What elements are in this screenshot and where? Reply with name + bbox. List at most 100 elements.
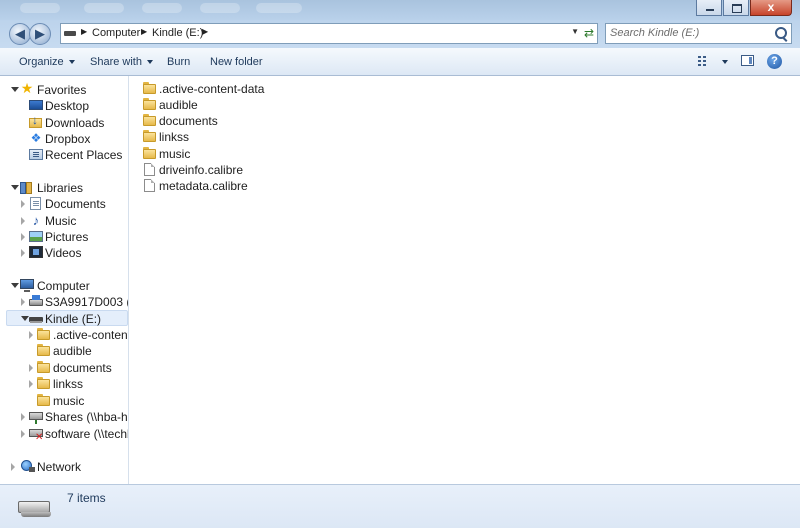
breadcrumb-computer[interactable]: Computer: [92, 27, 140, 39]
collapse-triangle-icon[interactable]: [29, 380, 33, 388]
nav-item-label: Shares (\\hba-hq-fs-: [45, 410, 128, 424]
expand-triangle-icon[interactable]: [11, 283, 19, 288]
nav-folder-active-content-data[interactable]: .active-content-data: [0, 327, 128, 343]
nav-item-label: Downloads: [45, 116, 105, 130]
chevron-down-icon: [68, 60, 75, 64]
nav-libraries[interactable]: Libraries: [0, 180, 128, 196]
item-count: 7 items: [67, 491, 106, 505]
expand-triangle-icon[interactable]: [11, 87, 19, 92]
collapse-triangle-icon[interactable]: [29, 331, 33, 339]
file-name: linkss: [159, 130, 190, 144]
collapse-triangle-icon[interactable]: [21, 217, 25, 225]
nav-share-hba[interactable]: Shares (\\hba-hq-fs-: [0, 409, 128, 425]
search-box[interactable]: [605, 23, 792, 44]
address-bar[interactable]: ▶ Computer ▶ Kindle (E:) ▶ ▼ ⇄: [60, 23, 598, 44]
file-name: documents: [159, 114, 218, 128]
nav-folder-music[interactable]: music: [0, 393, 128, 409]
nav-network[interactable]: Network: [0, 459, 128, 475]
list-item[interactable]: documents: [143, 113, 343, 129]
nav-item-label: software (\\techben: [45, 427, 128, 441]
documents-icon: [30, 197, 41, 210]
nav-item-label: music: [53, 394, 85, 408]
file-name: audible: [159, 98, 198, 112]
folder-icon: [37, 394, 51, 407]
search-input[interactable]: [610, 27, 770, 39]
blurred-title-text: [84, 3, 124, 13]
nav-share-software[interactable]: software (\\techben: [0, 426, 128, 443]
breadcrumb-separator-icon[interactable]: ▶: [81, 27, 87, 36]
breadcrumb-kindle[interactable]: Kindle (E:): [152, 27, 203, 39]
refresh-icon[interactable]: ⇄: [584, 26, 594, 40]
nav-drive-kindle[interactable]: Kindle (E:): [6, 310, 128, 326]
maximize-button[interactable]: [723, 0, 749, 16]
navigation-pane: ★ Favorites Desktop Downloads ❖ Dropbox …: [0, 76, 129, 484]
computer-icon: [20, 279, 34, 292]
folder-icon: [143, 114, 157, 127]
views-dropdown[interactable]: [717, 56, 728, 68]
breadcrumb-separator-icon[interactable]: ▶: [202, 27, 208, 36]
nav-computer[interactable]: Computer: [0, 278, 128, 294]
nav-favorites[interactable]: ★ Favorites: [0, 81, 128, 98]
nav-item-label: Recent Places: [45, 148, 123, 162]
search-icon[interactable]: [775, 27, 787, 39]
collapse-triangle-icon[interactable]: [29, 364, 33, 372]
libraries-icon: [20, 181, 34, 194]
nav-drive-c[interactable]: S3A9917D003 (C:): [0, 294, 128, 310]
downloads-icon: [29, 113, 43, 129]
collapse-triangle-icon[interactable]: [21, 233, 25, 241]
nav-favorites-label: Favorites: [37, 83, 87, 97]
list-item[interactable]: .active-content-data: [143, 81, 343, 97]
list-item[interactable]: audible: [143, 97, 343, 113]
removable-drive-icon: [29, 317, 43, 323]
nav-dropbox[interactable]: ❖ Dropbox: [0, 131, 128, 147]
nav-music[interactable]: ♪ Music: [0, 213, 128, 229]
nav-item-label: linkss: [53, 377, 84, 391]
nav-videos[interactable]: Videos: [0, 245, 128, 261]
recent-places-icon: [29, 149, 43, 160]
expand-triangle-icon[interactable]: [21, 316, 29, 321]
list-item[interactable]: driveinfo.calibre: [143, 162, 343, 178]
minimize-button[interactable]: [696, 0, 722, 16]
back-button[interactable]: ◀: [9, 23, 31, 45]
collapse-triangle-icon[interactable]: [21, 298, 25, 306]
nav-pictures[interactable]: Pictures: [0, 229, 128, 245]
list-item[interactable]: metadata.calibre: [143, 178, 343, 194]
expand-triangle-icon[interactable]: [11, 185, 19, 190]
folder-icon: [143, 98, 157, 111]
folder-icon: [143, 147, 157, 160]
nav-recent-places[interactable]: Recent Places: [0, 147, 128, 163]
collapse-triangle-icon[interactable]: [21, 413, 25, 421]
organize-button[interactable]: Organize: [19, 56, 75, 68]
collapse-triangle-icon[interactable]: [21, 200, 25, 208]
burn-button[interactable]: Burn: [167, 56, 190, 68]
breadcrumb-separator-icon[interactable]: ▶: [141, 27, 147, 36]
list-item[interactable]: linkss: [143, 129, 343, 145]
change-view-icon[interactable]: [698, 56, 710, 67]
desktop-icon: [29, 100, 43, 110]
preview-pane-icon[interactable]: [741, 55, 754, 66]
nav-downloads[interactable]: Downloads: [0, 113, 128, 131]
nav-item-label: Pictures: [45, 230, 89, 244]
address-history-dropdown-icon[interactable]: ▼: [571, 27, 579, 36]
nav-item-label: Documents: [45, 197, 106, 211]
file-name: .active-content-data: [159, 82, 265, 96]
nav-item-label: Kindle (E:): [45, 312, 102, 326]
nav-folder-audible[interactable]: audible: [0, 343, 128, 359]
collapse-triangle-icon[interactable]: [21, 430, 25, 438]
nav-folder-linkss[interactable]: linkss: [0, 376, 128, 392]
folder-icon: [143, 82, 157, 95]
collapse-triangle-icon[interactable]: [21, 249, 25, 257]
nav-folder-documents[interactable]: documents: [0, 360, 128, 376]
blurred-title-text: [200, 3, 240, 13]
list-item[interactable]: music: [143, 146, 343, 162]
disconnected-share-icon: [29, 429, 43, 443]
nav-documents[interactable]: Documents: [0, 196, 128, 212]
details-pane: 7 items: [0, 484, 800, 528]
close-button[interactable]: x: [750, 0, 792, 16]
share-with-button[interactable]: Share with: [90, 56, 153, 68]
collapse-triangle-icon[interactable]: [11, 463, 15, 471]
nav-desktop[interactable]: Desktop: [0, 98, 128, 114]
forward-button[interactable]: ▶: [29, 23, 51, 45]
help-icon[interactable]: ?: [767, 54, 782, 69]
new-folder-button[interactable]: New folder: [210, 56, 263, 68]
